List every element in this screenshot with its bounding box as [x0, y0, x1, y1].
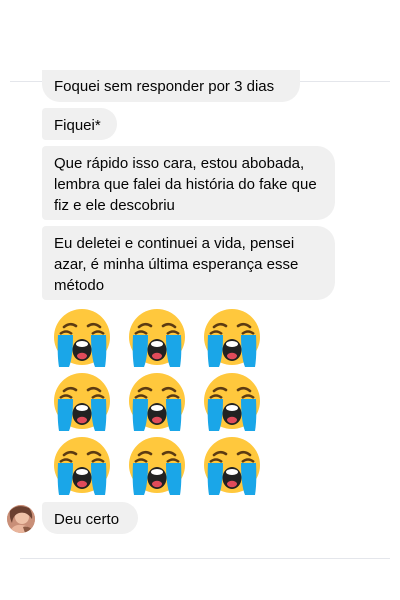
message-text: Que rápido isso cara, estou abobada, lem…: [54, 155, 317, 214]
loudly-crying-face-icon: [47, 370, 117, 434]
avatar[interactable]: [7, 505, 35, 533]
message-thread: Foquei sem responder por 3 dias Fiquei* …: [0, 0, 400, 600]
message-bubble-2[interactable]: Fiquei*: [42, 108, 117, 140]
loudly-crying-face-icon: [197, 434, 267, 498]
loudly-crying-face-icon: [197, 370, 267, 434]
message-bubble-3[interactable]: Que rápido isso cara, estou abobada, lem…: [42, 146, 335, 220]
emoji-message[interactable]: [47, 306, 267, 498]
loudly-crying-face-icon: [47, 306, 117, 370]
bottom-divider: [20, 558, 390, 559]
message-text: Foquei sem responder por 3 dias: [54, 78, 275, 95]
loudly-crying-face-icon: [197, 306, 267, 370]
loudly-crying-face-icon: [47, 434, 117, 498]
loudly-crying-face-icon: [122, 306, 192, 370]
avatar-photo: [7, 505, 35, 533]
message-text: Eu deletei e continuei a vida, pensei az…: [54, 235, 299, 294]
message-text: Deu certo: [54, 511, 120, 528]
message-bubble-4[interactable]: Eu deletei e continuei a vida, pensei az…: [42, 226, 335, 300]
loudly-crying-face-icon: [122, 434, 192, 498]
loudly-crying-face-icon: [122, 370, 192, 434]
message-bubble-1[interactable]: Foquei sem responder por 3 dias: [42, 70, 300, 102]
message-bubble-5[interactable]: Deu certo: [42, 502, 138, 534]
message-text: Fiquei*: [54, 117, 101, 134]
